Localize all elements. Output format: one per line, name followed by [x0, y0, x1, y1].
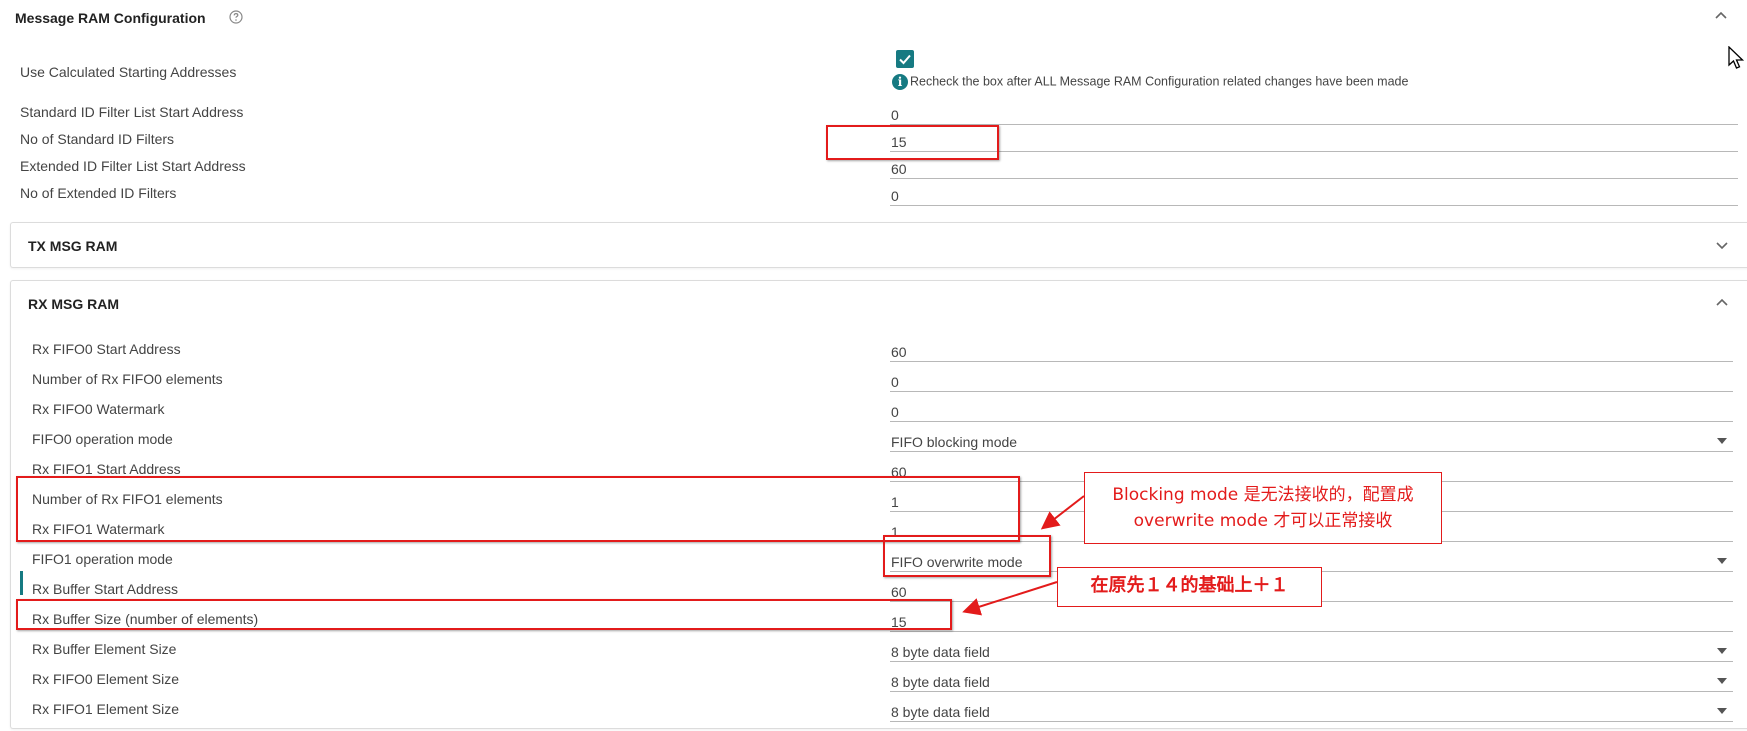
arrow-to-fifo1-mode: [1040, 495, 1085, 530]
sysconfig-page: Message RAM Configuration Use Calculated…: [0, 0, 1747, 731]
arrow-to-rx-buffer-size: [962, 581, 1058, 616]
annotation-arrows: [962, 495, 1085, 616]
